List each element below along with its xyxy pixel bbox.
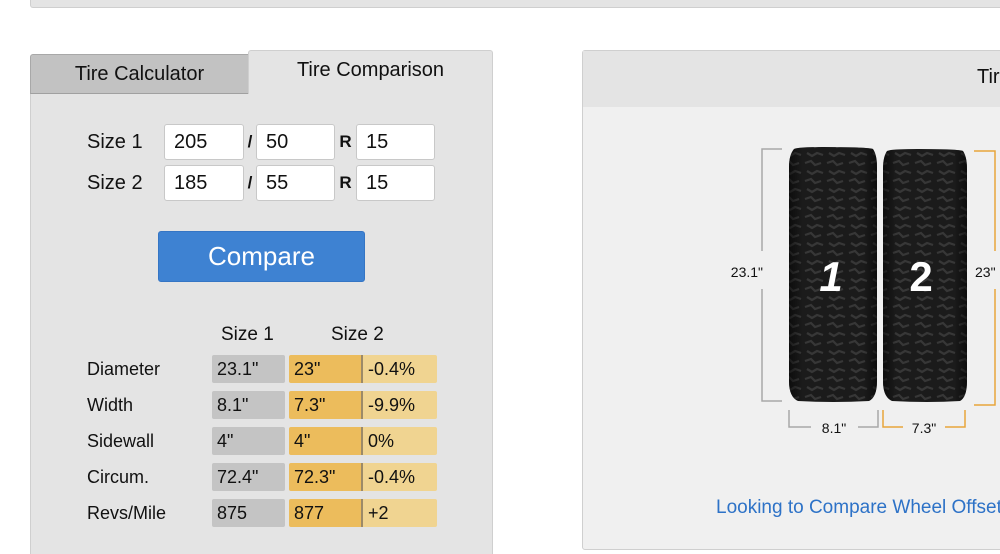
row-label: Sidewall [87,430,155,451]
compare-wheel-offset-link[interactable]: Looking to Compare Wheel Offset? [716,497,1000,519]
results-row-sidewall: Sidewall 4" 4" 0% [87,427,437,455]
size-2-value: 23" [289,355,363,383]
tire-1-width-label: 8.1" [822,420,846,436]
size-1-value: 8.1" [212,391,285,419]
size-2-value: 877 [289,499,363,527]
size-1-value: 4" [212,427,285,455]
results-row-width: Width 8.1" 7.3" -9.9% [87,391,437,419]
top-bar [30,0,1000,8]
tab-tire-calculator[interactable]: Tire Calculator [30,54,249,94]
results-header-size-1: Size 1 [221,324,274,345]
results-row-diameter: Diameter 23.1" 23" -0.4% [87,355,437,383]
size-1-aspect-input[interactable] [256,124,335,160]
difference-value: -9.9% [363,391,437,419]
size-1-label: Size 1 [87,130,143,153]
row-label: Diameter [87,358,161,379]
size-1-width-input[interactable] [164,124,244,160]
results-header-size-2: Size 2 [331,324,384,345]
size-1-value: 875 [212,499,285,527]
size-1-rim-input[interactable] [356,124,435,160]
tire-2-width-label: 7.3" [912,420,936,436]
difference-value: -0.4% [363,463,437,491]
rim-separator: R [339,132,352,151]
size-2-value: 72.3" [289,463,363,491]
tab-tire-comparison[interactable]: Tire Comparison [248,50,493,95]
results-row-circumference: Circum. 72.4" 72.3" -0.4% [87,463,437,491]
slash-separator: / [247,132,253,151]
size-1-value: 72.4" [212,463,285,491]
slash-separator: / [247,173,253,192]
size-1-row: Size 1 / R [87,124,435,160]
row-label: Width [87,394,134,415]
size-2-rim-input[interactable] [356,165,435,201]
size-2-label: Size 2 [87,171,143,194]
compare-button[interactable]: Compare [158,231,365,282]
size-2-aspect-input[interactable] [256,165,335,201]
size-2-row: Size 2 / R [87,165,435,201]
diameter-bracket-1 [761,148,782,402]
tire-2-number: 2 [909,253,932,300]
calculator-tabs: Tire Calculator Tire Comparison [30,50,493,95]
size-1-value: 23.1" [212,355,285,383]
difference-value: +2 [363,499,437,527]
tire-1-diameter-label: 23.1" [731,264,763,280]
difference-value: -0.4% [363,355,437,383]
visual-comparison-panel: Tire Size Comparison 1 2 [582,50,1000,550]
row-label: Revs/Mile [87,502,167,523]
difference-value: 0% [363,427,437,455]
rim-separator: R [339,173,352,192]
size-2-value: 4" [289,427,363,455]
row-label: Circum. [87,466,149,487]
results-row-revs-per-mile: Revs/Mile 875 877 +2 [87,499,437,527]
tire-2-diameter-label: 23" [975,264,996,280]
comparison-panel: Size 1 / R Size 2 / R Compare Size 1 Siz… [30,94,493,554]
tire-diagram: 1 2 23.1" 23" 8.1" 7.3" [731,147,996,436]
size-2-width-input[interactable] [164,165,244,201]
size-2-value: 7.3" [289,391,363,419]
tire-1-number: 1 [819,253,842,300]
